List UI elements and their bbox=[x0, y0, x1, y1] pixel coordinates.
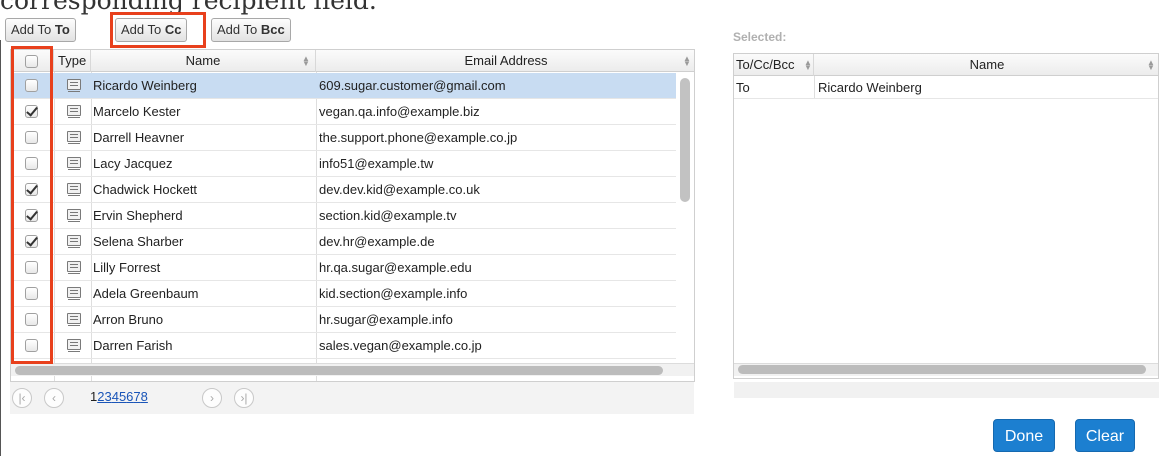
contact-name: Chadwick Hockett bbox=[93, 182, 198, 197]
contact-name: Arron Bruno bbox=[93, 312, 164, 327]
contact-email: dev.hr@example.de bbox=[319, 234, 435, 249]
contact-email: sales.vegan@example.co.jp bbox=[319, 338, 482, 353]
address-book-icon bbox=[67, 157, 81, 170]
done-button[interactable]: Done bbox=[993, 419, 1055, 452]
selected-name-column-header[interactable]: Name ▲ ▼ bbox=[814, 54, 1158, 76]
table-row[interactable]: Adela Greenbaum kid.section@example.info bbox=[11, 281, 676, 307]
page-numbers: 12345678 bbox=[90, 389, 148, 404]
clear-button[interactable]: Clear bbox=[1075, 419, 1135, 452]
next-page-button[interactable]: › bbox=[202, 388, 222, 408]
contacts-table-header: Type Name ▲ ▼ Email Address ▲ ▼ bbox=[11, 50, 694, 72]
sort-icon: ▲ ▼ bbox=[804, 58, 812, 72]
prev-page-button[interactable]: ‹ bbox=[44, 388, 64, 408]
horizontal-scrollbar[interactable] bbox=[738, 365, 1146, 374]
recipient-field: To bbox=[736, 80, 750, 95]
page-link[interactable]: 5 bbox=[119, 389, 126, 404]
button-prefix: Add To bbox=[11, 22, 55, 37]
sort-icon: ▲ ▼ bbox=[302, 54, 310, 68]
vertical-scrollbar[interactable] bbox=[680, 78, 690, 202]
contact-email: info51@example.tw bbox=[319, 156, 434, 171]
contact-name: Darrell Heavner bbox=[93, 130, 185, 145]
contact-email: 609.sugar.customer@gmail.com bbox=[319, 78, 506, 93]
address-book-icon bbox=[67, 79, 81, 92]
last-page-button[interactable]: ›| bbox=[234, 388, 254, 408]
page-link[interactable]: 7 bbox=[133, 389, 140, 404]
contact-email: hr.sugar@example.info bbox=[319, 312, 453, 327]
type-column-header[interactable]: Type bbox=[54, 50, 91, 72]
address-book-icon bbox=[67, 183, 81, 196]
horizontal-scrollbar[interactable] bbox=[15, 366, 663, 375]
contacts-table: Type Name ▲ ▼ Email Address ▲ ▼ Ricardo We… bbox=[10, 49, 695, 382]
field-column-header[interactable]: To/Cc/Bcc ▲ ▼ bbox=[734, 54, 814, 76]
recipient-name: Ricardo Weinberg bbox=[818, 80, 922, 95]
page-link[interactable]: 4 bbox=[112, 389, 119, 404]
contact-email: the.support.phone@example.co.jp bbox=[319, 130, 518, 145]
name-header-label: Name bbox=[185, 53, 221, 68]
contact-name: Selena Sharber bbox=[93, 234, 184, 249]
add-to-to-button[interactable]: Add To To bbox=[5, 18, 76, 42]
highlight-add-to-cc bbox=[110, 12, 206, 48]
contact-name: Lacy Jacquez bbox=[93, 156, 173, 171]
table-row[interactable]: Ricardo Weinberg 609.sugar.customer@gmail… bbox=[11, 73, 676, 99]
address-book-icon bbox=[67, 131, 81, 144]
contact-email: kid.section@example.info bbox=[319, 286, 468, 301]
table-row[interactable]: Darrell Heavner the.support.phone@example… bbox=[11, 125, 676, 151]
email-column-header[interactable]: Email Address ▲ ▼ bbox=[316, 50, 694, 72]
contact-name: Darren Farish bbox=[93, 338, 173, 353]
selected-row[interactable]: To Ricardo Weinberg bbox=[734, 77, 1158, 99]
table-row[interactable]: Darren Farish sales.vegan@example.co.jp bbox=[11, 333, 676, 359]
contact-email: vegan.qa.info@example.biz bbox=[319, 104, 480, 119]
selected-footer bbox=[734, 382, 1159, 398]
contact-email: section.kid@example.tv bbox=[319, 208, 457, 223]
contact-email: dev.dev.kid@example.co.uk bbox=[319, 182, 480, 197]
current-page: 1 bbox=[90, 389, 98, 404]
selected-label: Selected: bbox=[733, 30, 787, 44]
table-row[interactable]: Ervin Shepherd section.kid@example.tv bbox=[11, 203, 676, 229]
selected-name-header-label: Name bbox=[969, 57, 1005, 72]
table-row[interactable]: Lacy Jacquez info51@example.tw bbox=[11, 151, 676, 177]
button-bold: To bbox=[54, 22, 70, 37]
email-header-label: Email Address bbox=[464, 53, 548, 68]
table-row[interactable]: Chadwick Hockett dev.dev.kid@example.co.u… bbox=[11, 177, 676, 203]
left-border-line bbox=[0, 40, 1, 456]
address-book-icon bbox=[67, 313, 81, 326]
contact-name: Marcelo Kester bbox=[93, 104, 181, 119]
address-book-icon bbox=[67, 261, 81, 274]
sort-icon: ▲ ▼ bbox=[1147, 58, 1155, 72]
address-book-icon bbox=[67, 339, 81, 352]
address-book-icon bbox=[67, 235, 81, 248]
page-link[interactable]: 6 bbox=[126, 389, 133, 404]
address-book-icon bbox=[67, 209, 81, 222]
table-row[interactable]: Arron Bruno hr.sugar@example.info bbox=[11, 307, 676, 333]
table-row[interactable]: Lilly Forrest hr.qa.sugar@example.edu bbox=[11, 255, 676, 281]
sort-icon: ▲ ▼ bbox=[683, 54, 691, 68]
contact-name: Adela Greenbaum bbox=[93, 286, 199, 301]
first-page-button[interactable]: |‹ bbox=[12, 388, 32, 408]
pagination-bar: |‹ ‹ 12345678 › ›| bbox=[10, 382, 694, 414]
contact-name: Ricardo Weinberg bbox=[93, 78, 197, 93]
page-link[interactable]: 8 bbox=[141, 389, 148, 404]
address-book-icon bbox=[67, 287, 81, 300]
button-prefix: Add To bbox=[217, 22, 261, 37]
table-row[interactable]: Selena Sharber dev.hr@example.de bbox=[11, 229, 676, 255]
page-link[interactable]: 3 bbox=[104, 389, 111, 404]
address-book-icon bbox=[67, 105, 81, 118]
add-to-bcc-button[interactable]: Add To Bcc bbox=[211, 18, 291, 42]
table-row[interactable]: Marcelo Kester vegan.qa.info@example.biz bbox=[11, 99, 676, 125]
contact-name: Lilly Forrest bbox=[93, 260, 161, 275]
highlight-checkbox-column bbox=[11, 46, 53, 364]
contact-email: hr.qa.sugar@example.edu bbox=[319, 260, 472, 275]
name-column-header[interactable]: Name ▲ ▼ bbox=[91, 50, 316, 72]
button-bold: Bcc bbox=[260, 22, 285, 37]
field-header-label: To/Cc/Bcc bbox=[736, 57, 795, 72]
selected-table: To/Cc/Bcc ▲ ▼ Name ▲ ▼ To Ricardo Weinberg bbox=[733, 53, 1159, 379]
contact-name: Ervin Shepherd bbox=[93, 208, 183, 223]
selected-table-header: To/Cc/Bcc ▲ ▼ Name ▲ ▼ bbox=[734, 54, 1158, 76]
page-link[interactable]: 2 bbox=[97, 389, 104, 404]
